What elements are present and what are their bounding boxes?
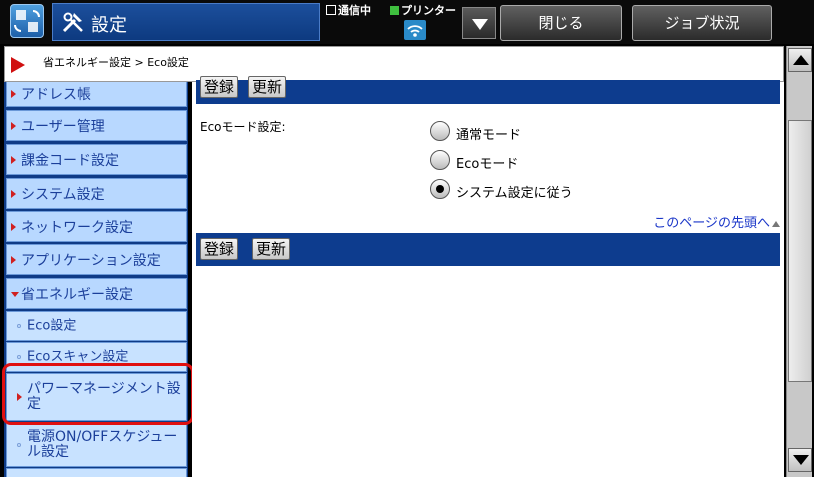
scrollbar[interactable] — [786, 46, 812, 477]
radio-selected-icon[interactable] — [430, 179, 450, 199]
arrow-right-icon — [11, 89, 16, 98]
home-icon[interactable] — [10, 4, 44, 38]
page-title: 設定 — [91, 15, 127, 36]
bullet-icon — [17, 324, 21, 328]
sidebar-subitem-label: 電源ON/OFFスケジュール設定 — [27, 429, 178, 460]
sidebar-subitem-label: Eco設定 — [27, 318, 77, 334]
printer-status-icon — [390, 6, 399, 15]
register-button[interactable]: 登録 — [200, 76, 239, 98]
radio-label: システム設定に従う — [456, 186, 573, 201]
sidebar-item-label: 課金コード設定 — [21, 152, 119, 169]
sidebar-item-billing-code[interactable]: 課金コード設定 — [6, 144, 187, 175]
top-bar: 設定 通信中 プリンター 閉じる ジョブ状況 — [0, 0, 814, 44]
arrow-right-icon — [11, 155, 16, 164]
sidebar-item-label: アプリケーション設定 — [21, 252, 161, 269]
bottom-action-bar: 登録 更新 — [196, 233, 780, 266]
arrow-right-icon — [11, 222, 16, 231]
sidebar-item-label: 省エネルギー設定 — [21, 286, 133, 303]
radio-icon[interactable] — [430, 121, 450, 141]
sidebar-item-user-management[interactable]: ユーザー管理 — [6, 110, 187, 141]
radio-label: Ecoモード — [456, 157, 519, 172]
status-dropdown-button[interactable] — [462, 7, 496, 39]
sidebar-item-application-settings[interactable]: アプリケーション設定 — [6, 244, 187, 275]
arrow-down-icon — [11, 291, 19, 297]
sidebar-item-label: システム設定 — [21, 186, 105, 203]
sidebar-item-system-settings[interactable]: システム設定 — [6, 178, 187, 209]
main-content: 登録 更新 Ecoモード設定: 通常モード Ecoモード システム設定に従う こ… — [192, 76, 784, 477]
sidebar-subitem-power-schedule[interactable]: 電源ON/OFFスケジュール設定 — [6, 423, 187, 467]
sidebar-item-label: アドレス帳 — [21, 86, 91, 103]
printer-status-label: プリンター — [401, 4, 456, 17]
arrow-right-icon — [11, 189, 16, 198]
sidebar-item-label: ユーザー管理 — [21, 118, 105, 135]
sidebar-item-network-settings[interactable]: ネットワーク設定 — [6, 211, 187, 242]
top-action-bar: 登録 更新 — [196, 76, 780, 104]
close-button[interactable]: 閉じる — [500, 5, 622, 41]
arrow-up-icon — [772, 221, 780, 227]
selection-highlight — [2, 363, 194, 425]
wifi-icon — [404, 20, 426, 40]
radio-label: 通常モード — [456, 128, 522, 143]
screen: 設定 通信中 プリンター 閉じる ジョブ状況 省エネルギー設定 > Eco設定 … — [0, 0, 814, 477]
job-status-button[interactable]: ジョブ状況 — [632, 5, 772, 41]
sidebar-item-address-book[interactable]: アドレス帳 — [6, 82, 187, 107]
tools-icon — [62, 12, 83, 33]
page-top-link-text[interactable]: このページの先頭へ — [653, 216, 770, 231]
eco-mode-label: Ecoモード設定: — [200, 120, 286, 134]
comm-status-label: 通信中 — [338, 4, 371, 17]
comm-status-icon — [326, 5, 336, 15]
scroll-down-button[interactable] — [788, 448, 812, 472]
sidebar-item-energy-saving[interactable]: 省エネルギー設定 — [6, 278, 187, 309]
breadcrumb: 省エネルギー設定 > Eco設定 — [4, 46, 784, 82]
breadcrumb-text: 省エネルギー設定 > Eco設定 — [43, 56, 189, 69]
comm-status: 通信中 — [326, 2, 371, 18]
radio-icon[interactable] — [430, 150, 450, 170]
scroll-up-button[interactable] — [788, 48, 812, 72]
title-panel: 設定 — [52, 3, 320, 41]
update-button-bottom[interactable]: 更新 — [252, 238, 291, 260]
bullet-icon — [17, 355, 21, 359]
bullet-icon — [17, 443, 21, 447]
update-button[interactable]: 更新 — [248, 76, 287, 98]
sidebar-subitem-eco[interactable]: Eco設定 — [6, 311, 187, 341]
arrow-right-icon — [11, 255, 16, 264]
sidebar-item-label: ネットワーク設定 — [21, 219, 133, 236]
page-top-link[interactable]: このページの先頭へ — [653, 212, 780, 231]
play-arrow-icon — [11, 57, 25, 73]
scrollbar-thumb[interactable] — [788, 120, 812, 382]
sidebar-subitem-next[interactable] — [6, 468, 187, 477]
printer-status: プリンター — [390, 2, 456, 18]
arrow-right-icon — [11, 121, 16, 130]
register-button-bottom[interactable]: 登録 — [200, 238, 239, 260]
